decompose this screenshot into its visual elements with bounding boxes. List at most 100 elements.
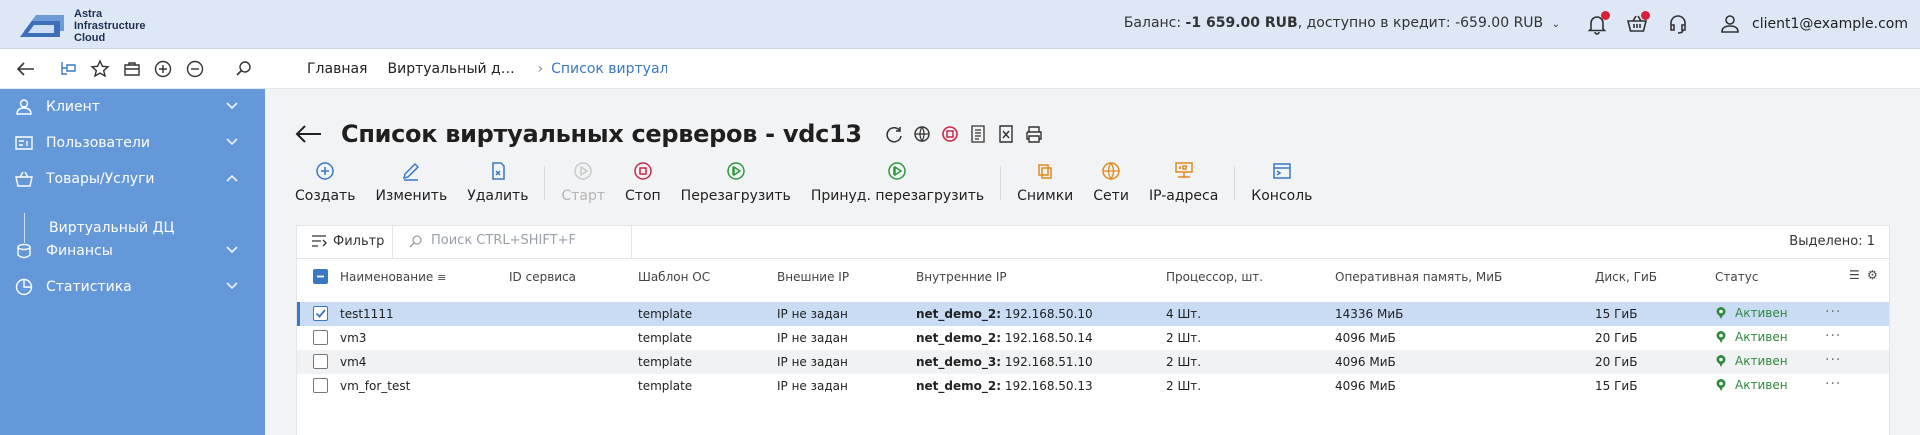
search-placeholder: Поиск CTRL+SHIFT+F (431, 233, 576, 248)
star-icon[interactable] (90, 59, 110, 79)
row-checkbox[interactable] (313, 354, 328, 369)
tree-icon[interactable] (58, 59, 78, 79)
cart-badge (1641, 11, 1650, 20)
brand-logo[interactable]: Astra Infrastructure Cloud (20, 7, 150, 44)
networks-button[interactable]: Сети (1093, 160, 1129, 204)
cell-disk: 20 ГиБ (1595, 355, 1638, 369)
cell-external-ip: IP не задан (777, 307, 848, 321)
column-external-ip[interactable]: Внешние IP (777, 270, 849, 284)
stop-button[interactable]: Стоп (625, 160, 661, 204)
stop-circle-icon[interactable] (940, 124, 960, 144)
row-checkbox[interactable] (313, 330, 328, 345)
cell-status: Активен (1715, 306, 1788, 320)
user-avatar-icon (1721, 15, 1739, 33)
column-ram[interactable]: Оперативная память, МиБ (1335, 270, 1502, 284)
table-row[interactable]: vm_for_test template IP не задан net_dem… (297, 374, 1889, 398)
tab-virtual-dc[interactable]: Виртуальный да… (387, 61, 517, 77)
snapshots-button[interactable]: Снимки (1017, 160, 1073, 204)
filter-row: Фильтр Поиск CTRL+SHIFT+F Выделено: 1 (297, 226, 1889, 259)
console-button[interactable]: Консоль (1251, 160, 1312, 204)
sidebar-item-finance[interactable]: Финансы (0, 233, 265, 269)
toolbar-divider (1000, 166, 1002, 200)
settings-gear-icon[interactable]: ⚙ (1867, 268, 1878, 282)
edit-button[interactable]: Изменить (375, 160, 447, 204)
select-all-checkbox[interactable] (313, 269, 328, 284)
cart-icon[interactable] (1625, 11, 1650, 36)
search-icon[interactable] (234, 59, 254, 79)
column-internal-ip[interactable]: Внутренние IP (916, 270, 1007, 284)
tab-home[interactable]: Главная (307, 61, 367, 77)
cell-ram: 4096 МиБ (1335, 355, 1396, 369)
row-more-icon[interactable]: ··· (1825, 328, 1841, 344)
create-button[interactable]: Создать (295, 160, 355, 204)
cell-disk: 20 ГиБ (1595, 331, 1638, 345)
column-menu-icon[interactable]: ☰ (1849, 268, 1860, 282)
active-status-icon (1716, 307, 1726, 319)
chart-icon (14, 277, 34, 297)
column-service-id[interactable]: ID сервиса (509, 270, 576, 284)
sidebar: Клиент Пользователи Товары/Услуги Виртуа… (0, 89, 265, 435)
pencil-icon (403, 162, 420, 181)
chevron-down-icon (226, 246, 238, 254)
cell-template: template (638, 331, 693, 345)
tab-server-list[interactable]: › Список виртуаль… ✕ (537, 61, 667, 77)
table-row[interactable]: vm3 template IP не задан net_demo_2: 192… (297, 326, 1889, 350)
table-search-input[interactable]: Поиск CTRL+SHIFT+F (409, 233, 624, 248)
cell-template: template (638, 307, 693, 321)
column-disk[interactable]: Диск, ГиБ (1595, 270, 1657, 284)
cell-name: test1111 (340, 307, 394, 321)
stop-icon (634, 162, 652, 180)
table-row[interactable]: vm4 template IP не задан net_demo_3: 192… (297, 350, 1889, 374)
filter-button[interactable]: Фильтр (311, 233, 384, 249)
support-headset-icon[interactable] (1666, 12, 1690, 36)
chevron-down-icon (226, 282, 238, 290)
notification-badge (1601, 11, 1610, 20)
chevron-right-icon: › (537, 61, 544, 77)
collapse-all-icon[interactable] (185, 59, 205, 79)
brand-name: Astra Infrastructure Cloud (74, 8, 146, 44)
row-checkbox[interactable] (313, 378, 328, 393)
globe-settings-icon[interactable] (912, 124, 932, 144)
cell-internal-ip: net_demo_2: 192.168.50.13 (916, 379, 1093, 393)
ip-addresses-button[interactable]: IP-адреса (1149, 160, 1218, 204)
notifications-bell-icon[interactable] (1585, 11, 1610, 36)
finance-icon (14, 241, 34, 261)
row-checkbox[interactable] (313, 306, 328, 321)
table-header: Наименование ≡ ID сервиса Шаблон ОС Внеш… (297, 259, 1889, 295)
start-button[interactable]: Старт (561, 160, 605, 204)
balance-dropdown[interactable]: Баланс: -1 659.00 RUB, доступно в кредит… (1124, 15, 1560, 31)
print-icon[interactable] (1024, 124, 1044, 144)
user-email: client1@example.com (1752, 16, 1908, 32)
delete-button[interactable]: Удалить (467, 160, 528, 204)
document-icon[interactable] (968, 124, 988, 144)
refresh-icon[interactable] (884, 124, 904, 144)
page-back-icon[interactable] (295, 122, 323, 146)
basket-icon (14, 169, 34, 189)
cloud-logo-icon (20, 15, 64, 37)
sidebar-item-client[interactable]: Клиент (0, 89, 265, 125)
sidebar-item-goods[interactable]: Товары/Услуги (0, 161, 265, 197)
sidebar-item-statistics[interactable]: Статистика (0, 269, 265, 305)
console-icon (1273, 163, 1291, 179)
sidebar-item-users[interactable]: Пользователи (0, 125, 265, 161)
row-more-icon[interactable]: ··· (1825, 304, 1841, 320)
column-name[interactable]: Наименование ≡ (340, 270, 446, 284)
excel-export-icon[interactable] (996, 124, 1016, 144)
table-row[interactable]: test1111 template IP не задан net_demo_2… (297, 302, 1889, 326)
row-more-icon[interactable]: ··· (1825, 376, 1841, 392)
credit-value: -659.00 RUB (1455, 15, 1544, 31)
user-menu[interactable]: client1@example.com ⌄ (1718, 12, 1920, 36)
restart-button[interactable]: Перезагрузить (681, 160, 791, 204)
force-restart-button[interactable]: Принуд. перезагрузить (811, 160, 984, 204)
row-more-icon[interactable]: ··· (1825, 352, 1841, 368)
briefcase-icon[interactable] (122, 59, 142, 79)
cell-ram: 4096 МиБ (1335, 331, 1396, 345)
column-status[interactable]: Статус (1715, 270, 1758, 284)
cell-status: Активен (1715, 330, 1788, 344)
force-restart-icon (888, 162, 907, 180)
back-icon[interactable] (16, 59, 36, 79)
column-os-template[interactable]: Шаблон ОС (638, 270, 710, 284)
expand-all-icon[interactable] (153, 59, 173, 79)
column-cpu[interactable]: Процессор, шт. (1166, 270, 1263, 284)
cell-name: vm4 (340, 355, 367, 369)
